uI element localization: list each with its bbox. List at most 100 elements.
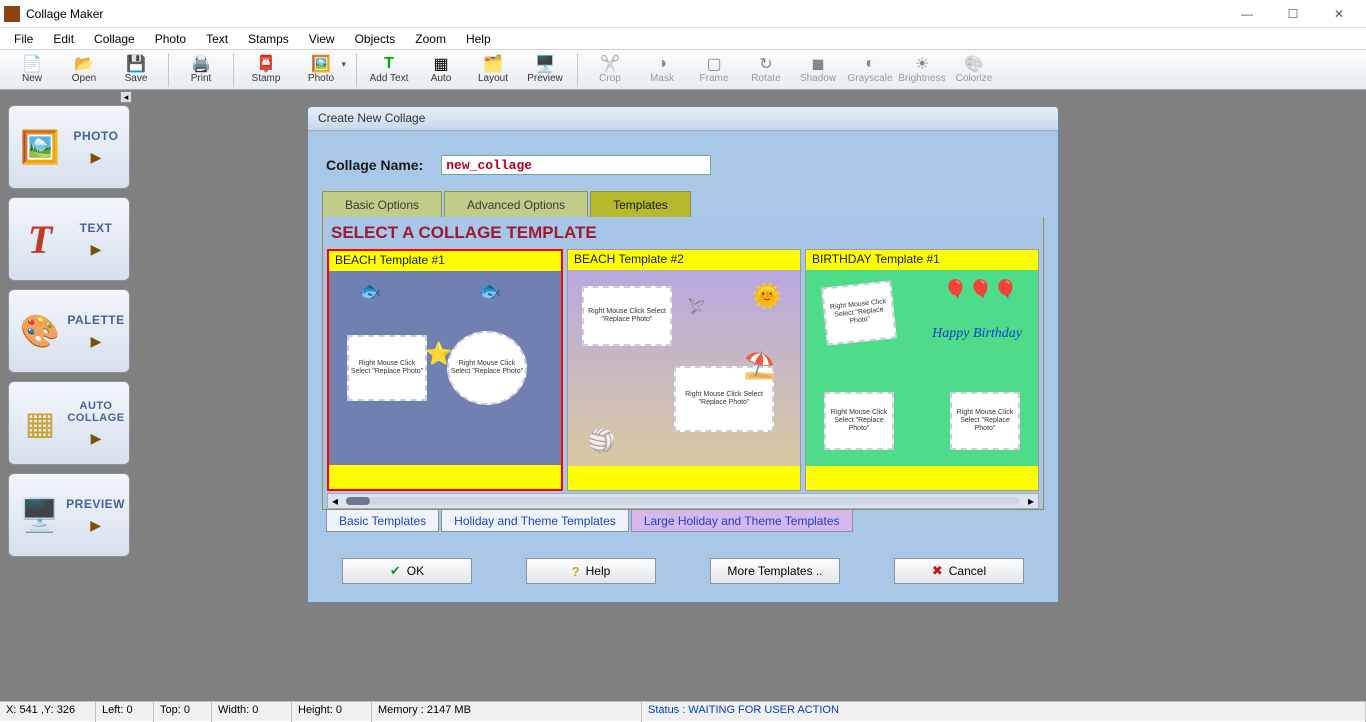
menu-zoom[interactable]: Zoom: [405, 30, 456, 48]
ball-icon: 🏐: [588, 428, 615, 454]
grayscale-icon: ◐: [860, 55, 880, 73]
scroll-right-icon[interactable]: ▸: [1028, 494, 1034, 508]
template-title: BEACH Template #1: [329, 251, 561, 271]
toolbar-rotate: ↻Rotate: [741, 51, 791, 89]
collage-name-row: Collage Name:: [322, 141, 1044, 191]
tab-advanced-options[interactable]: Advanced Options: [444, 191, 588, 217]
photo-placeholder: Right Mouse Click Select "Replace Photo": [347, 335, 427, 401]
photo-placeholder: Right Mouse Click Select "Replace Photo": [821, 281, 897, 346]
menu-file[interactable]: File: [4, 30, 43, 48]
menu-stamps[interactable]: Stamps: [238, 30, 299, 48]
toolbar-crop: ✂️Crop: [585, 51, 635, 89]
help-icon: ?: [572, 564, 580, 579]
bird-icon: 𓅯: [688, 294, 705, 318]
toolbar-sep: [577, 53, 578, 87]
tab-templates[interactable]: Templates: [590, 191, 691, 217]
scroll-thumb[interactable]: [346, 497, 370, 505]
panel-collapse-button[interactable]: ◂: [120, 91, 132, 103]
menu-photo[interactable]: Photo: [145, 30, 196, 48]
bottom-tab-holiday[interactable]: Holiday and Theme Templates: [441, 510, 629, 532]
template-thumbnail: Right Mouse Click Select "Replace Photo"…: [329, 271, 561, 469]
template-category-tabs: Basic Templates Holiday and Theme Templa…: [322, 510, 1044, 532]
template-card-birthday-1[interactable]: BIRTHDAY Template #1 Right Mouse Click S…: [805, 249, 1039, 491]
section-title: SELECT A COLLAGE TEMPLATE: [323, 217, 1043, 249]
close-button[interactable]: ✕: [1316, 0, 1362, 28]
panel-autocollage[interactable]: ▦ AUTO COLLAGE▶: [8, 381, 130, 465]
create-collage-dialog: Create New Collage Collage Name: Basic O…: [307, 106, 1059, 603]
toolbar-sep: [233, 53, 234, 87]
mask-icon: ◑: [652, 55, 672, 73]
panel-photo[interactable]: 🖼️ PHOTO▶: [8, 105, 130, 189]
toolbar: 📄New 📂Open 💾Save 🖨️Print 📮Stamp 🖼️Photo …: [0, 50, 1366, 90]
toolbar-open[interactable]: 📂Open: [59, 51, 109, 89]
status-text: Status : WAITING FOR USER ACTION: [642, 702, 1366, 722]
text-panel-icon: T: [13, 212, 67, 266]
templates-tab-panel: SELECT A COLLAGE TEMPLATE BEACH Template…: [322, 217, 1044, 510]
workspace: ◂ 🖼️ PHOTO▶ T TEXT▶ 🎨 PALETTE▶ ▦ AUTO CO…: [0, 90, 1366, 701]
menu-objects[interactable]: Objects: [345, 30, 406, 48]
template-card-beach-1[interactable]: BEACH Template #1 Right Mouse Click Sele…: [327, 249, 563, 491]
close-icon: ✖: [932, 563, 943, 579]
toolbar-print[interactable]: 🖨️Print: [176, 51, 226, 89]
menu-collage[interactable]: Collage: [84, 30, 145, 48]
toolbar-stamp[interactable]: 📮Stamp: [241, 51, 291, 89]
collage-name-input[interactable]: [441, 155, 711, 175]
preview-panel-icon: 🖥️: [13, 488, 66, 542]
cancel-button[interactable]: ✖Cancel: [894, 558, 1024, 584]
toolbar-layout[interactable]: 🗂️Layout: [468, 51, 518, 89]
expand-icon: ▶: [90, 517, 101, 534]
more-templates-button[interactable]: More Templates ..: [710, 558, 840, 584]
toolbar-auto[interactable]: ▦Auto: [416, 51, 466, 89]
brightness-icon: ☀: [912, 55, 932, 73]
toolbar-addtext[interactable]: TAdd Text: [364, 51, 414, 89]
menu-text[interactable]: Text: [196, 30, 238, 48]
toolbar-frame: ▢Frame: [689, 51, 739, 89]
fish-icon: 🐟: [479, 281, 501, 302]
umbrella-icon: ⛱️: [744, 350, 776, 381]
scroll-track[interactable]: [346, 497, 1020, 505]
minimize-button[interactable]: —: [1224, 0, 1270, 28]
menubar: File Edit Collage Photo Text Stamps View…: [0, 28, 1366, 50]
tab-basic-options[interactable]: Basic Options: [322, 191, 442, 217]
menu-view[interactable]: View: [299, 30, 345, 48]
preview-icon: 🖥️: [535, 55, 555, 73]
maximize-button[interactable]: ☐: [1270, 0, 1316, 28]
titlebar: Collage Maker — ☐ ✕: [0, 0, 1366, 28]
save-icon: 💾: [126, 55, 146, 73]
statusbar: X: 541 ,Y: 326 Left: 0 Top: 0 Width: 0 H…: [0, 701, 1366, 721]
stamp-icon: 📮: [256, 55, 276, 73]
window-title: Collage Maker: [26, 7, 1224, 21]
photo-placeholder: Right Mouse Click Select "Replace Photo": [447, 331, 527, 405]
dialog-tabs: Basic Options Advanced Options Templates: [322, 191, 1044, 217]
template-title: BEACH Template #2: [568, 250, 800, 270]
status-left: Left: 0: [96, 702, 154, 722]
happy-birthday-text: Happy Birthday: [932, 326, 1022, 342]
photo-placeholder: Right Mouse Click Select "Replace Photo": [824, 392, 894, 450]
toolbar-new[interactable]: 📄New: [7, 51, 57, 89]
menu-edit[interactable]: Edit: [43, 30, 84, 48]
starfish-icon: ⭐: [425, 341, 452, 367]
bottom-tab-large-holiday[interactable]: Large Holiday and Theme Templates: [631, 510, 853, 532]
help-button[interactable]: ?Help: [526, 558, 656, 584]
panel-preview[interactable]: 🖥️ PREVIEW▶: [8, 473, 130, 557]
template-title: BIRTHDAY Template #1: [806, 250, 1038, 270]
dialog-title: Create New Collage: [308, 107, 1058, 131]
scroll-left-icon[interactable]: ◂: [332, 494, 338, 508]
crop-icon: ✂️: [600, 55, 620, 73]
template-card-beach-2[interactable]: BEACH Template #2 Right Mouse Click Sele…: [567, 249, 801, 491]
status-width: Width: 0: [212, 702, 292, 722]
ok-button[interactable]: ✔OK: [342, 558, 472, 584]
toolbar-photo[interactable]: 🖼️Photo: [293, 51, 349, 89]
status-height: Height: 0: [292, 702, 372, 722]
toolbar-preview[interactable]: 🖥️Preview: [520, 51, 570, 89]
colorize-icon: 🎨: [964, 55, 984, 73]
panel-text[interactable]: T TEXT▶: [8, 197, 130, 281]
template-scrollbar[interactable]: ◂ ▸: [327, 493, 1039, 509]
menu-help[interactable]: Help: [456, 30, 501, 48]
template-thumbnail: Right Mouse Click Select "Replace Photo"…: [568, 270, 800, 468]
toolbar-mask: ◑Mask: [637, 51, 687, 89]
panel-palette[interactable]: 🎨 PALETTE▶: [8, 289, 130, 373]
toolbar-save[interactable]: 💾Save: [111, 51, 161, 89]
template-footer: [806, 466, 1038, 490]
bottom-tab-basic[interactable]: Basic Templates: [326, 510, 439, 532]
